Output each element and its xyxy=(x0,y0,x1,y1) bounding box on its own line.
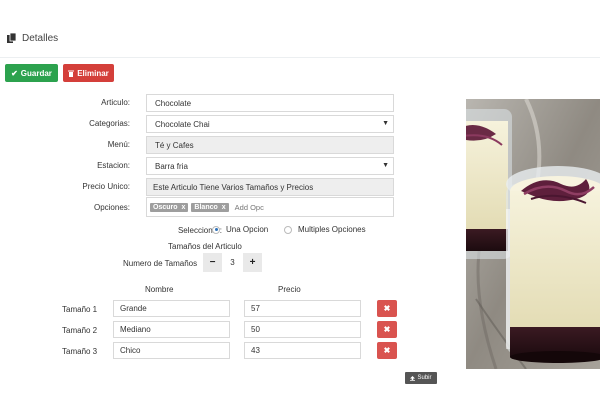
remove-tag-icon[interactable]: x xyxy=(182,204,186,211)
option-tag[interactable]: Blanco x xyxy=(191,202,229,212)
remove-size-button[interactable]: ✖ xyxy=(377,342,397,359)
radio-selected-icon xyxy=(212,225,220,234)
size-price-input[interactable]: 43 xyxy=(244,342,361,359)
remove-size-button[interactable]: ✖ xyxy=(377,321,397,338)
close-icon: ✖ xyxy=(383,346,391,355)
page-title: Detalles xyxy=(22,33,59,44)
remove-tag-icon[interactable]: x xyxy=(222,204,226,211)
size-row-label: Tamaño 3 xyxy=(62,347,98,356)
upload-button[interactable]: Subir xyxy=(405,372,437,384)
radio-unselected-icon xyxy=(284,225,292,234)
product-photo xyxy=(466,99,600,369)
radio-una-opcion[interactable]: Una Opcion xyxy=(212,225,268,234)
save-button-label: Guardar xyxy=(20,68,52,78)
remove-size-button[interactable]: ✖ xyxy=(377,300,397,317)
add-option-input[interactable]: Add Opc xyxy=(235,203,264,212)
precio-unico-field: Este Articulo Tiene Varios Tamaños y Pre… xyxy=(146,178,394,196)
size-price-value: 43 xyxy=(251,346,260,355)
decrement-button[interactable]: − xyxy=(203,253,222,272)
size-name-value: Mediano xyxy=(120,325,151,334)
size-name-input[interactable]: Chico xyxy=(113,342,230,359)
stepper-value[interactable]: 3 xyxy=(222,253,243,272)
size-row-label: Tamaño 2 xyxy=(62,326,98,335)
save-button[interactable]: ✔ Guardar xyxy=(5,64,58,82)
chevron-down-icon: ▼ xyxy=(382,162,389,169)
documents-icon xyxy=(7,33,16,43)
opciones-label: Opciones: xyxy=(93,203,130,212)
close-icon: ✖ xyxy=(383,304,391,313)
page-header: Detalles xyxy=(0,0,600,58)
opciones-tag-input[interactable]: Oscuro x Blanco x Add Opc xyxy=(146,197,394,217)
size-name-input[interactable]: Grande xyxy=(113,300,230,317)
articulo-label: Articulo: xyxy=(101,98,130,107)
articulo-input[interactable]: Chocolate xyxy=(146,94,394,112)
option-tag[interactable]: Oscuro x xyxy=(150,202,189,212)
option-tag-label: Oscuro xyxy=(153,203,178,211)
check-icon: ✔ xyxy=(11,68,18,78)
menu-value: Té y Cafes xyxy=(155,140,194,150)
menu-field: Té y Cafes xyxy=(146,136,394,154)
column-nombre: Nombre xyxy=(145,285,174,294)
delete-button-label: Eliminar xyxy=(77,68,109,78)
radio-multiples-label: Multiples Opciones xyxy=(298,225,366,234)
menu-label: Menú: xyxy=(107,140,130,149)
trash-icon xyxy=(68,70,75,77)
articulo-value: Chocolate xyxy=(155,98,192,108)
column-precio: Precio xyxy=(278,285,301,294)
close-icon: ✖ xyxy=(383,325,391,334)
toolbar: ✔ Guardar Eliminar xyxy=(0,58,600,88)
upload-icon xyxy=(410,375,416,381)
size-row-label: Tamaño 1 xyxy=(62,305,98,314)
size-name-value: Chico xyxy=(120,346,141,355)
increment-button[interactable]: + xyxy=(243,253,262,272)
radio-una-opcion-label: Una Opcion xyxy=(226,225,269,234)
categorias-label: Categorias: xyxy=(89,119,130,128)
size-price-input[interactable]: 50 xyxy=(244,321,361,338)
quantity-stepper[interactable]: − 3 + xyxy=(203,253,262,272)
size-price-value: 57 xyxy=(251,304,260,313)
precio-unico-value: Este Articulo Tiene Varios Tamaños y Pre… xyxy=(153,182,314,192)
estacion-label: Estacion: xyxy=(97,161,130,170)
estacion-select[interactable]: Barra fria ▼ xyxy=(146,157,394,175)
size-price-value: 50 xyxy=(251,325,260,334)
upload-button-label: Subir xyxy=(417,375,432,381)
categorias-value: Chocolate Chai xyxy=(155,119,210,129)
size-name-input[interactable]: Mediano xyxy=(113,321,230,338)
sizes-section-title: Tamaños del Articulo xyxy=(168,242,242,251)
delete-button[interactable]: Eliminar xyxy=(63,64,114,82)
categorias-select[interactable]: Chocolate Chai ▼ xyxy=(146,115,394,133)
option-tag-label: Blanco xyxy=(194,203,218,211)
seleccionar-label: Seleccionar: xyxy=(177,226,222,235)
size-price-input[interactable]: 57 xyxy=(244,300,361,317)
chevron-down-icon: ▼ xyxy=(382,120,389,127)
numero-tamanos-label: Numero de Tamaños xyxy=(123,259,198,268)
estacion-value: Barra fria xyxy=(155,161,188,171)
precio-unico-label: Precio Unico: xyxy=(82,182,130,191)
radio-multiples-opciones[interactable]: Multiples Opciones xyxy=(284,225,366,234)
size-name-value: Grande xyxy=(120,304,147,313)
